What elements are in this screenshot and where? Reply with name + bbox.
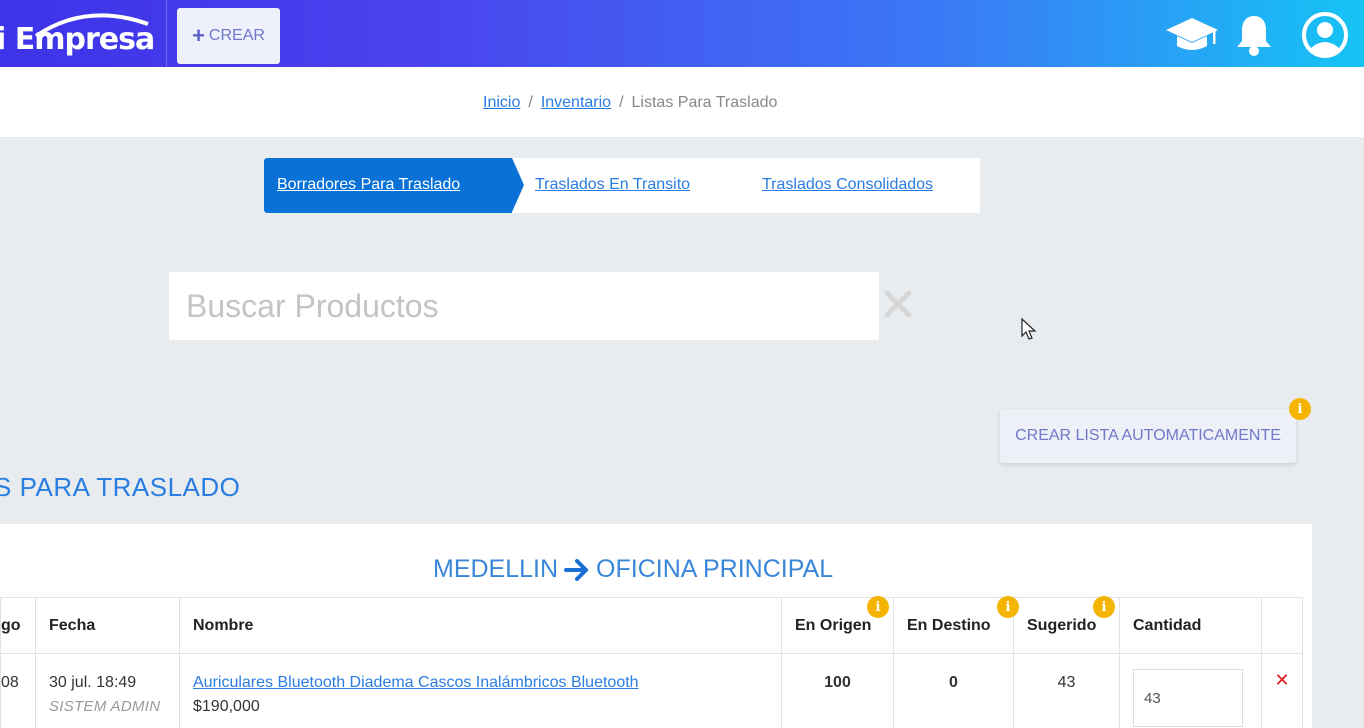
header-sugerido-label: Sugerido xyxy=(1027,616,1097,634)
arrow-right-icon xyxy=(564,558,589,581)
fecha-user: SISTEM ADMIN xyxy=(49,698,161,715)
transfer-table: go Fecha Nombre En Origen i En Destino i… xyxy=(0,596,1303,728)
top-navigation-bar: i Empresa + CREAR xyxy=(0,0,1364,67)
create-auto-list-button[interactable]: CREAR LISTA AUTOMATICAMENTE xyxy=(1000,409,1296,463)
table-row: 08 30 jul. 18:49 SISTEM ADMIN Auriculare… xyxy=(0,653,1303,728)
info-icon[interactable]: i xyxy=(867,596,889,618)
tab-en-transito[interactable]: Traslados En Transito xyxy=(535,176,690,194)
info-icon[interactable]: i xyxy=(1289,398,1311,420)
header-en-destino[interactable]: En Destino i xyxy=(893,596,1019,654)
breadcrumb: Inicio / Inventario / Listas Para Traslado xyxy=(483,94,777,112)
cell-delete: ✕ xyxy=(1261,653,1303,728)
header-actions xyxy=(1261,597,1303,654)
breadcrumb-inventario[interactable]: Inventario xyxy=(541,94,611,111)
route-title: MEDELLIN OFICINA PRINCIPAL xyxy=(433,555,833,584)
company-logo[interactable]: i Empresa xyxy=(0,0,167,67)
route-origin: MEDELLIN xyxy=(433,555,559,583)
header-sugerido[interactable]: Sugerido i xyxy=(1013,596,1120,654)
cell-fecha: 30 jul. 18:49 SISTEM ADMIN xyxy=(35,653,180,728)
create-button[interactable]: + CREAR xyxy=(177,8,280,64)
header-cantidad[interactable]: Cantidad xyxy=(1119,597,1262,654)
section-title: S PARA TRASLADO xyxy=(0,472,241,502)
close-icon[interactable] xyxy=(882,288,914,320)
header-nombre[interactable]: Nombre xyxy=(179,597,782,654)
graduation-cap-icon[interactable] xyxy=(1165,16,1219,56)
tab-borradores[interactable]: Borradores Para Traslado xyxy=(277,176,460,194)
cell-en-origen: 100 xyxy=(781,653,894,728)
header-fecha[interactable]: Fecha xyxy=(35,597,180,654)
route-destination: OFICINA PRINCIPAL xyxy=(596,555,834,583)
header-en-destino-label: En Destino xyxy=(907,616,991,634)
transfer-tabs: Borradores Para Traslado Traslados En Tr… xyxy=(264,158,980,213)
header-en-origen[interactable]: En Origen i xyxy=(781,596,894,654)
logo-text: i Empresa xyxy=(0,22,155,57)
breadcrumb-inicio[interactable]: Inicio xyxy=(483,94,520,111)
create-button-label: CREAR xyxy=(208,27,265,44)
quantity-input[interactable] xyxy=(1133,669,1243,727)
mouse-cursor-icon xyxy=(1021,318,1037,340)
bell-icon[interactable] xyxy=(1234,13,1274,57)
cell-code: 08 xyxy=(0,653,36,728)
cell-sugerido: 43 xyxy=(1013,653,1120,728)
plus-icon: + xyxy=(192,23,205,48)
header-code[interactable]: go xyxy=(0,597,36,654)
cell-nombre: Auriculares Bluetooth Diadema Cascos Ina… xyxy=(179,653,782,728)
cell-en-destino: 0 xyxy=(893,653,1014,728)
breadcrumb-separator: / xyxy=(528,94,533,111)
search-input[interactable] xyxy=(169,272,879,340)
breadcrumb-bar: Inicio / Inventario / Listas Para Traslado xyxy=(0,67,1364,137)
table-header-row: go Fecha Nombre En Origen i En Destino i… xyxy=(0,596,1303,654)
fecha-date: 30 jul. 18:49 xyxy=(49,674,137,691)
auto-list-label: CREAR LISTA AUTOMATICAMENTE xyxy=(1015,427,1281,444)
product-price: $190,000 xyxy=(193,698,260,715)
header-divider xyxy=(166,0,167,67)
user-avatar-icon[interactable] xyxy=(1300,11,1350,59)
product-link[interactable]: Auriculares Bluetooth Diadema Cascos Ina… xyxy=(193,674,781,692)
tab-consolidados[interactable]: Traslados Consolidados xyxy=(762,176,933,194)
breadcrumb-separator: / xyxy=(619,94,624,111)
transfer-card: MEDELLIN OFICINA PRINCIPAL go Fecha Nomb… xyxy=(0,524,1312,728)
info-icon[interactable]: i xyxy=(1093,596,1115,618)
header-en-origen-label: En Origen xyxy=(795,616,872,634)
breadcrumb-current: Listas Para Traslado xyxy=(631,94,778,111)
delete-row-icon[interactable]: ✕ xyxy=(1262,670,1302,691)
cell-cantidad xyxy=(1119,653,1262,728)
